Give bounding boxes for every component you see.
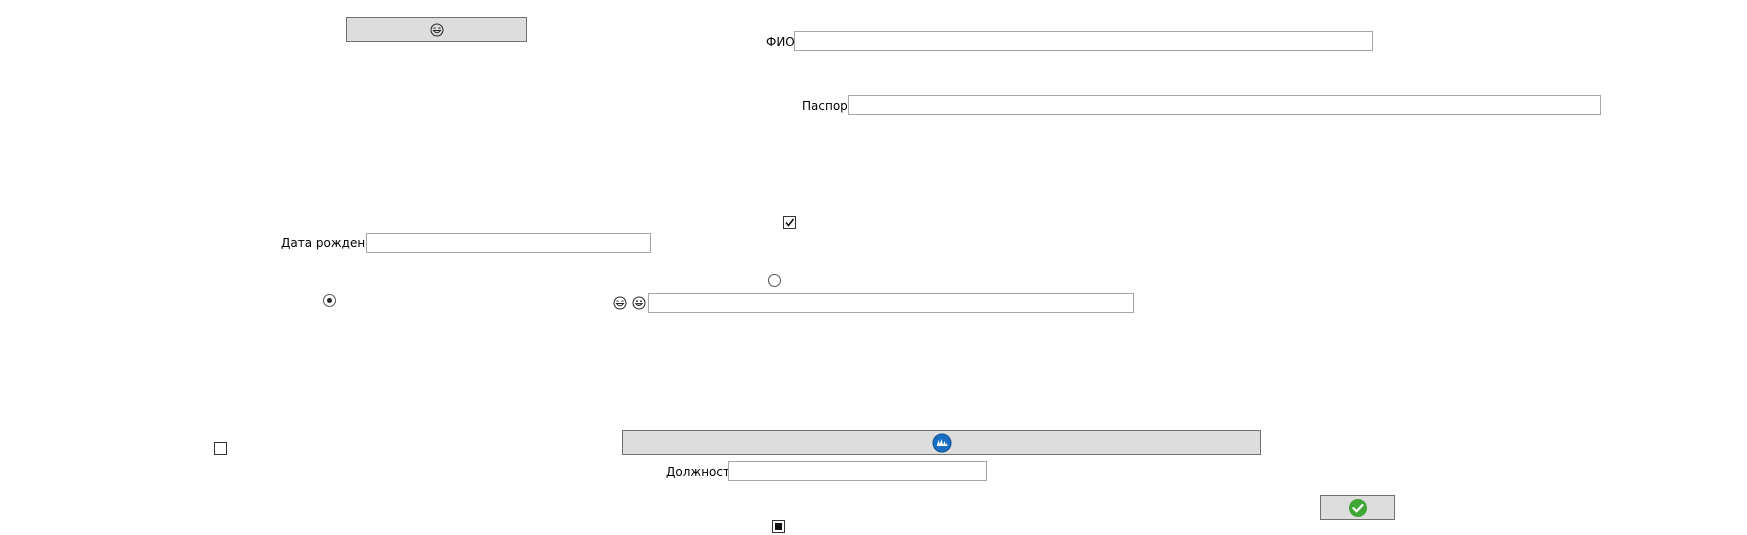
position-label: Должность bbox=[666, 465, 738, 479]
emoji-button-top[interactable] bbox=[346, 17, 527, 42]
radio-unselected[interactable] bbox=[768, 274, 781, 287]
passport-field[interactable] bbox=[848, 95, 1601, 115]
checkbox-indeterminate[interactable] bbox=[772, 520, 785, 533]
emoji-field[interactable] bbox=[648, 293, 1134, 313]
green-check-icon bbox=[1348, 498, 1367, 517]
laughing-face-icon bbox=[613, 296, 627, 310]
confirm-button[interactable] bbox=[1320, 495, 1395, 520]
fio-field[interactable] bbox=[794, 31, 1373, 51]
laughing-face-icon bbox=[430, 23, 443, 36]
grinning-face-icon bbox=[632, 296, 646, 310]
checkmark-icon bbox=[785, 218, 795, 227]
radio-selected[interactable] bbox=[323, 294, 336, 307]
position-field[interactable] bbox=[728, 461, 987, 481]
blue-globe-icon bbox=[932, 433, 951, 452]
passport-label: Паспорт bbox=[802, 99, 855, 113]
radio-dot bbox=[327, 298, 332, 303]
birthdate-field[interactable] bbox=[366, 233, 651, 253]
indeterminate-mark bbox=[775, 523, 782, 530]
fio-label: ФИО bbox=[766, 35, 795, 49]
checkbox-checked[interactable] bbox=[783, 216, 796, 229]
globe-button[interactable] bbox=[622, 430, 1261, 455]
checkbox-unchecked[interactable] bbox=[214, 442, 227, 455]
